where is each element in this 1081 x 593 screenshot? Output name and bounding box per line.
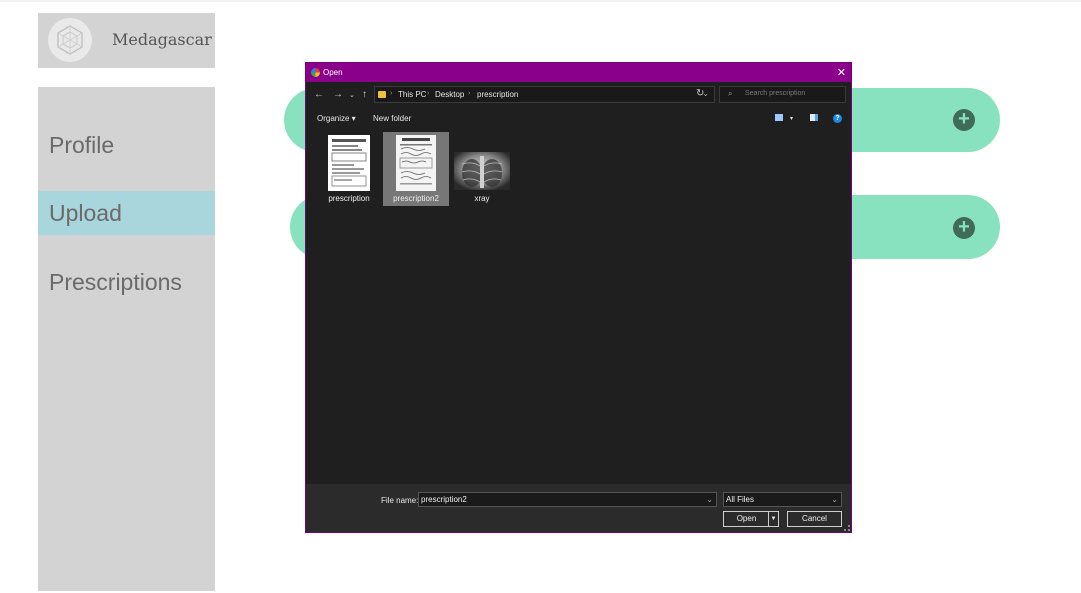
address-bar[interactable]: › This PC › Desktop › prescription ⌄ (374, 86, 715, 103)
command-bar: Organize ▾ New folder ▾ ? (306, 109, 851, 129)
search-icon: ⌕ (728, 89, 733, 98)
preview-pane-icon[interactable] (810, 114, 818, 121)
breadcrumb-separator: › (468, 90, 471, 97)
recent-locations-chevron-icon[interactable]: ⌄ (349, 91, 355, 99)
breadcrumb-prescription[interactable]: prescription (477, 90, 518, 99)
brand-header: Medagascar (38, 13, 215, 68)
file-type-select[interactable]: All Files ⌄ (723, 492, 842, 507)
file-item-xray[interactable]: xray (449, 132, 515, 206)
top-border (0, 0, 1081, 2)
file-list: prescription prescription2 xray (306, 131, 851, 483)
file-name-field-label: File name: (381, 496, 419, 505)
up-arrow-icon[interactable]: ↑ (362, 89, 367, 100)
back-arrow-icon[interactable]: ← (314, 89, 324, 100)
file-name-input[interactable]: prescription2 ⌄ (418, 492, 717, 507)
search-box[interactable]: ⌕ Search prescription (719, 86, 846, 103)
file-name-label: prescription2 (393, 194, 439, 203)
breadcrumb-separator: › (390, 90, 393, 97)
xray-thumbnail-icon (454, 152, 510, 190)
breadcrumb-separator: › (427, 90, 430, 97)
open-file-dialog: Open ✕ ← → ⌄ ↑ › This PC › Desktop › pre… (305, 62, 852, 533)
hexagon-cube-logo-icon (48, 18, 92, 62)
file-name-label: prescription (328, 194, 370, 203)
document-thumbnail-icon (328, 135, 370, 191)
sidebar-item-profile[interactable]: Profile (38, 123, 215, 167)
breadcrumb-this-pc[interactable]: This PC (398, 90, 426, 99)
folder-icon (378, 91, 386, 98)
resize-grip-icon[interactable] (844, 525, 850, 531)
file-item-prescription2[interactable]: prescription2 (383, 132, 449, 206)
chrome-app-icon (311, 68, 320, 77)
sidebar-item-upload[interactable]: Upload (38, 191, 215, 235)
refresh-icon[interactable]: ↻ (696, 88, 704, 99)
file-type-value: All Files (726, 495, 755, 504)
dialog-titlebar[interactable]: Open ✕ (306, 63, 851, 82)
sidebar: Profile Upload Prescriptions (38, 87, 215, 591)
chevron-down-icon[interactable]: ⌄ (706, 495, 713, 504)
chevron-down-icon[interactable]: ⌄ (831, 495, 838, 504)
chevron-down-icon[interactable]: ▾ (790, 115, 793, 122)
plus-circle-icon[interactable]: + (953, 217, 975, 239)
dialog-footer: File name: prescription2 ⌄ All Files ⌄ O… (306, 484, 851, 532)
breadcrumb-desktop[interactable]: Desktop (435, 90, 464, 99)
file-item-prescription[interactable]: prescription (316, 132, 382, 206)
search-placeholder: Search prescription (745, 90, 806, 97)
new-folder-button[interactable]: New folder (373, 114, 411, 123)
plus-circle-icon[interactable]: + (953, 109, 975, 131)
document-thumbnail-icon (396, 135, 436, 191)
open-dropdown-chevron-icon[interactable]: ▼ (768, 512, 778, 526)
view-options-icon[interactable] (775, 114, 783, 121)
help-icon[interactable]: ? (833, 114, 842, 123)
dialog-title: Open (323, 68, 343, 77)
file-name-value: prescription2 (421, 495, 467, 504)
organize-button[interactable]: Organize ▾ (317, 114, 356, 123)
close-icon[interactable]: ✕ (837, 66, 846, 79)
forward-arrow-icon[interactable]: → (333, 89, 343, 100)
open-button-label: Open (736, 514, 757, 523)
file-name-label: xray (474, 194, 490, 203)
sidebar-item-prescriptions[interactable]: Prescriptions (38, 260, 215, 304)
cancel-button[interactable]: Cancel (787, 511, 842, 527)
navigation-bar: ← → ⌄ ↑ › This PC › Desktop › prescripti… (306, 83, 851, 107)
brand-name: Medagascar (112, 30, 212, 49)
open-button[interactable]: Open ▼ (723, 511, 779, 527)
